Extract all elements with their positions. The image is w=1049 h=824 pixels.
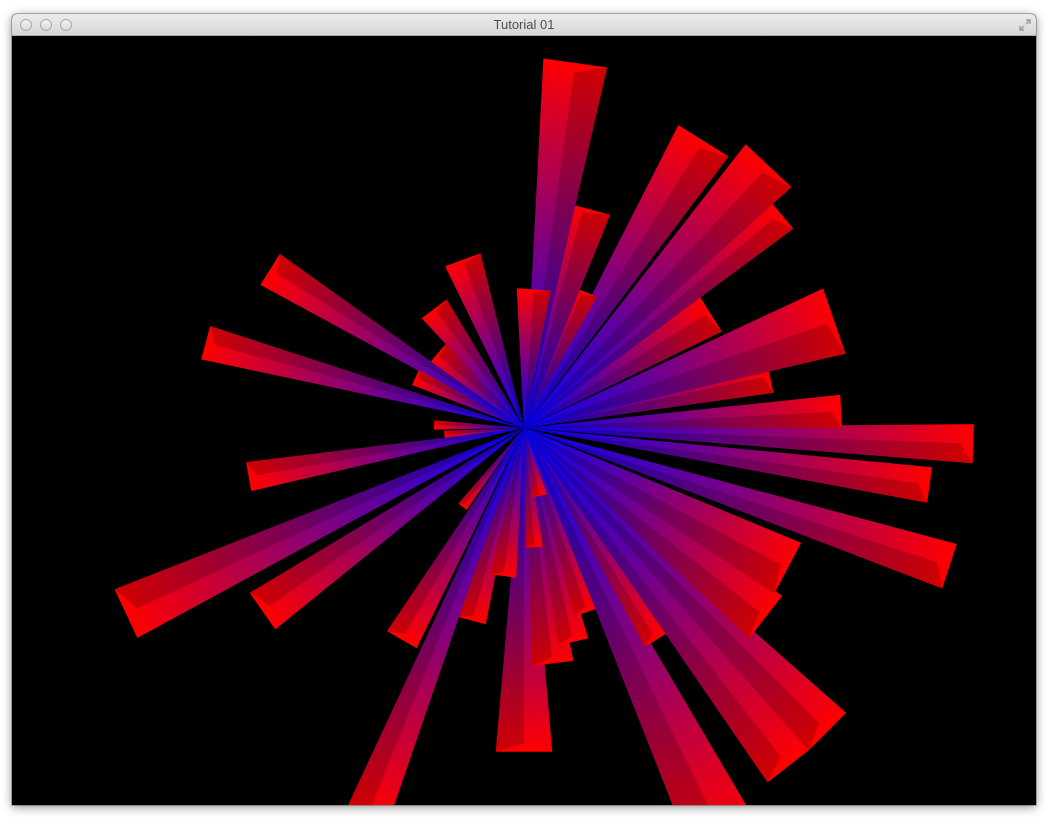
application-window: Tutorial 01 xyxy=(12,14,1036,805)
title-bar[interactable]: Tutorial 01 xyxy=(12,14,1036,36)
render-canvas[interactable] xyxy=(12,36,1036,805)
window-title: Tutorial 01 xyxy=(493,17,555,32)
fullscreen-icon[interactable] xyxy=(1018,18,1032,32)
scene-drawing xyxy=(12,36,1036,805)
